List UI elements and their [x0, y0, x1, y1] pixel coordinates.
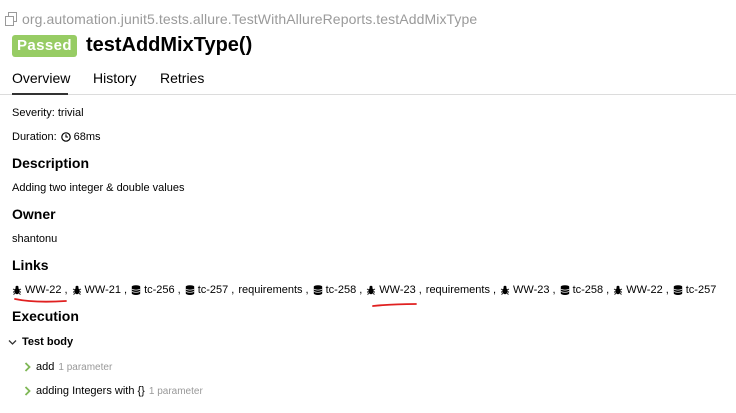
link-ww-23[interactable]: WW-23 [366, 284, 416, 296]
step-adding-integers[interactable]: adding Integers with {} 1 parameter [24, 385, 203, 397]
step-add[interactable]: add 1 parameter [24, 361, 112, 373]
link-tc-257[interactable]: tc-257 [673, 284, 716, 296]
test-body-toggle[interactable]: Test body [8, 336, 73, 348]
clock-icon [60, 132, 71, 142]
link-tc-258[interactable]: tc-258 [560, 284, 603, 296]
link-ww-22[interactable]: WW-22 [613, 284, 663, 296]
copy-icon[interactable] [4, 11, 18, 27]
duration-value: 68ms [73, 131, 101, 143]
step-label: adding Integers with {} [36, 385, 145, 397]
link-tc-258[interactable]: tc-258 [313, 284, 356, 296]
owner-text: shantonu [12, 233, 58, 245]
bug-icon [614, 285, 623, 295]
step-param-count: 1 parameter [58, 361, 113, 373]
database-icon [131, 285, 141, 295]
execution-heading: Execution [12, 308, 79, 324]
status-badge: Passed [12, 34, 77, 57]
severity-text: Severity: trivial [12, 107, 84, 119]
tab-retries[interactable]: Retries [160, 62, 204, 95]
link-tc-257[interactable]: tc-257 [185, 284, 228, 296]
link-requirements[interactable]: requirements [426, 284, 490, 296]
test-body-label: Test body [22, 336, 74, 348]
duration-row: Duration: 68ms [12, 131, 101, 143]
tab-history[interactable]: History [93, 62, 137, 95]
link-tc-256[interactable]: tc-256 [131, 284, 175, 296]
link-ww-22[interactable]: WW-22 [12, 284, 61, 296]
description-heading: Description [12, 155, 90, 171]
step-param-count: 1 parameter [148, 385, 203, 397]
title-row: Passed testAddMixType() [12, 34, 252, 57]
step-label: add [36, 361, 55, 373]
database-icon [313, 285, 322, 295]
page-title: testAddMixType() [85, 34, 253, 56]
bug-icon [12, 285, 22, 295]
red-underline-annotation [14, 298, 67, 303]
test-full-path: org.automation.junit5.tests.allure.TestW… [4, 10, 477, 28]
bug-icon [500, 285, 510, 295]
owner-heading: Owner [12, 206, 56, 222]
bug-icon [367, 285, 376, 295]
description-text: Adding two integer & double values [12, 182, 185, 194]
chevron-down-icon [8, 339, 17, 345]
bug-icon [72, 285, 81, 295]
test-path-text: org.automation.junit5.tests.allure.TestW… [22, 11, 478, 27]
link-ww-23[interactable]: WW-23 [500, 284, 550, 296]
tab-overview[interactable]: Overview [12, 62, 70, 95]
links-list: WW-22 , WW-21 , tc-256 , tc-257 , requir… [12, 284, 716, 296]
link-ww-21[interactable]: WW-21 [72, 284, 121, 296]
database-icon [560, 285, 569, 295]
tab-bar: Overview History Retries [0, 62, 736, 95]
database-icon [673, 285, 683, 295]
chevron-right-icon [24, 386, 31, 396]
chevron-right-icon [24, 362, 31, 372]
links-heading: Links [12, 257, 49, 273]
link-requirements[interactable]: requirements [238, 284, 302, 296]
duration-label: Duration: [12, 131, 57, 143]
red-underline-annotation [372, 303, 417, 307]
database-icon [185, 285, 195, 295]
